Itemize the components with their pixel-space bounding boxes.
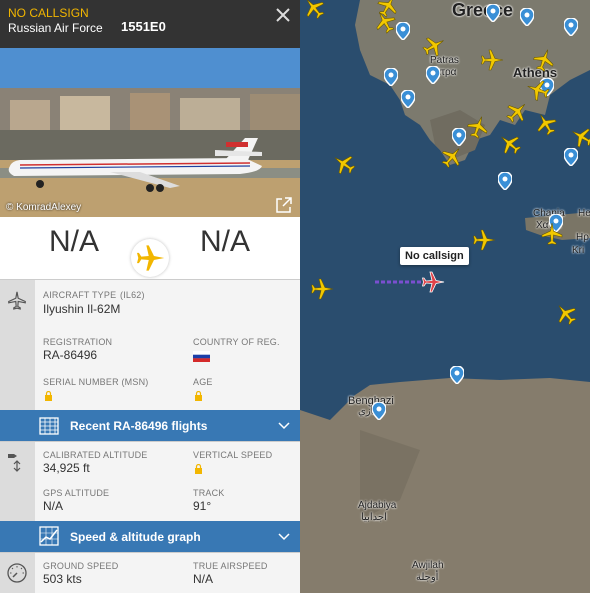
airport-pin-icon[interactable]	[520, 8, 534, 26]
aircraft-section-icon	[0, 280, 35, 410]
registration-value: RA-86496	[43, 348, 98, 362]
aircraft-photo-image	[0, 48, 300, 217]
airport-pin-icon[interactable]	[564, 148, 578, 166]
aircraft-type-value: Ilyushin Il-62M	[43, 302, 121, 316]
aircraft-type-label: AIRCRAFT TYPE	[43, 290, 117, 300]
altitude-section-icon	[0, 442, 35, 521]
speed-graph-title: Speed & altitude graph	[70, 530, 201, 544]
ground-speed-label: GROUND SPEED	[43, 561, 119, 571]
calibrated-altitude-label: CALIBRATED ALTITUDE	[43, 450, 148, 460]
aircraft-section: AIRCRAFT TYPE (IL62) Ilyushin Il-62M REG…	[0, 279, 300, 410]
lock-icon	[45, 391, 52, 401]
russia-flag-icon	[193, 351, 210, 362]
vertical-speed-label: VERTICAL SPEED	[193, 450, 273, 460]
aircraft-photo[interactable]: © KomradAlexey	[0, 48, 300, 217]
route-plane-badge	[131, 239, 169, 277]
place-ajdabiya: Ajdabiya	[358, 500, 397, 511]
place-kriti: Kri	[572, 245, 585, 256]
aircraft-icon[interactable]	[480, 48, 504, 72]
airport-pin-icon[interactable]	[401, 90, 415, 108]
true-airspeed-value: N/A	[193, 572, 214, 586]
calendar-icon	[39, 417, 59, 435]
registration-label: REGISTRATION	[43, 337, 113, 347]
speed-graph-bar[interactable]: Speed & altitude graph	[0, 521, 300, 552]
aircraft-type-code: (IL62)	[120, 290, 145, 300]
chevron-down-icon[interactable]	[278, 533, 290, 541]
flight-info-panel: NO CALLSIGN Russian Air Force 1551E0 © K…	[0, 0, 300, 593]
ground-speed-value: 503 kts	[43, 572, 82, 586]
airport-pin-icon[interactable]	[450, 366, 464, 384]
country-label: COUNTRY OF REG.	[193, 337, 280, 347]
age-label: AGE	[193, 377, 213, 387]
calibrated-altitude-value: 34,925 ft	[43, 461, 90, 475]
speed-section-icon	[0, 553, 35, 593]
photo-credit[interactable]: © KomradAlexey	[6, 202, 81, 213]
airport-pin-icon[interactable]	[486, 4, 500, 22]
airport-pin-icon[interactable]	[384, 68, 398, 86]
place-awjilah-local: أوجلة	[416, 572, 439, 583]
callsign: NO CALLSIGN	[8, 6, 89, 20]
chevron-down-icon[interactable]	[278, 422, 290, 430]
airport-pin-icon[interactable]	[372, 402, 386, 420]
serial-label: SERIAL NUMBER (MSN)	[43, 377, 149, 387]
lock-icon	[195, 464, 202, 474]
aircraft-callout[interactable]: No callsign	[400, 247, 469, 265]
airplane-icon	[8, 291, 26, 310]
hex-code: 1551E0	[121, 19, 166, 34]
selected-aircraft-icon[interactable]	[421, 270, 445, 294]
speedometer-icon	[7, 563, 27, 583]
altitude-icon	[8, 454, 21, 472]
expand-icon[interactable]	[276, 197, 292, 213]
recent-flights-title: Recent RA-86496 flights	[70, 419, 208, 433]
destination-airport[interactable]: N/A	[165, 225, 285, 259]
plane-icon	[137, 245, 165, 271]
speed-section: GROUND SPEED 503 kts TRUE AIRSPEED N/A	[0, 552, 300, 593]
close-icon[interactable]	[274, 6, 292, 24]
flight-map[interactable]: Greece Patras Πάτρα Athens Chania Χανιά …	[300, 0, 590, 593]
place-ajdabiya-local: اجدابيا	[361, 512, 387, 523]
recent-flights-bar[interactable]: Recent RA-86496 flights	[0, 410, 300, 441]
aircraft-icon[interactable]	[540, 222, 564, 246]
airport-pin-icon[interactable]	[426, 66, 440, 84]
graph-icon	[39, 526, 59, 546]
altitude-section: CALIBRATED ALTITUDE 34,925 ft VERTICAL S…	[0, 441, 300, 521]
route-section: N/A N/A	[0, 217, 300, 279]
place-heraklion: He	[578, 208, 590, 219]
lock-icon	[195, 391, 202, 401]
place-heraklion-local: Ηρ	[576, 232, 589, 243]
airport-pin-icon[interactable]	[498, 172, 512, 190]
airport-pin-icon[interactable]	[564, 18, 578, 36]
place-greece: Greece	[452, 0, 514, 20]
place-awjilah: Awjilah	[412, 560, 444, 571]
operator: Russian Air Force	[8, 21, 103, 35]
aircraft-icon[interactable]	[310, 277, 334, 301]
track-label: TRACK	[193, 488, 225, 498]
track-value: 91°	[193, 499, 212, 513]
gps-altitude-label: GPS ALTITUDE	[43, 488, 110, 498]
panel-header: NO CALLSIGN Russian Air Force 1551E0	[0, 0, 300, 48]
origin-airport[interactable]: N/A	[14, 225, 134, 259]
gps-altitude-value: N/A	[43, 499, 64, 513]
true-airspeed-label: TRUE AIRSPEED	[193, 561, 268, 571]
aircraft-icon[interactable]	[472, 228, 496, 252]
